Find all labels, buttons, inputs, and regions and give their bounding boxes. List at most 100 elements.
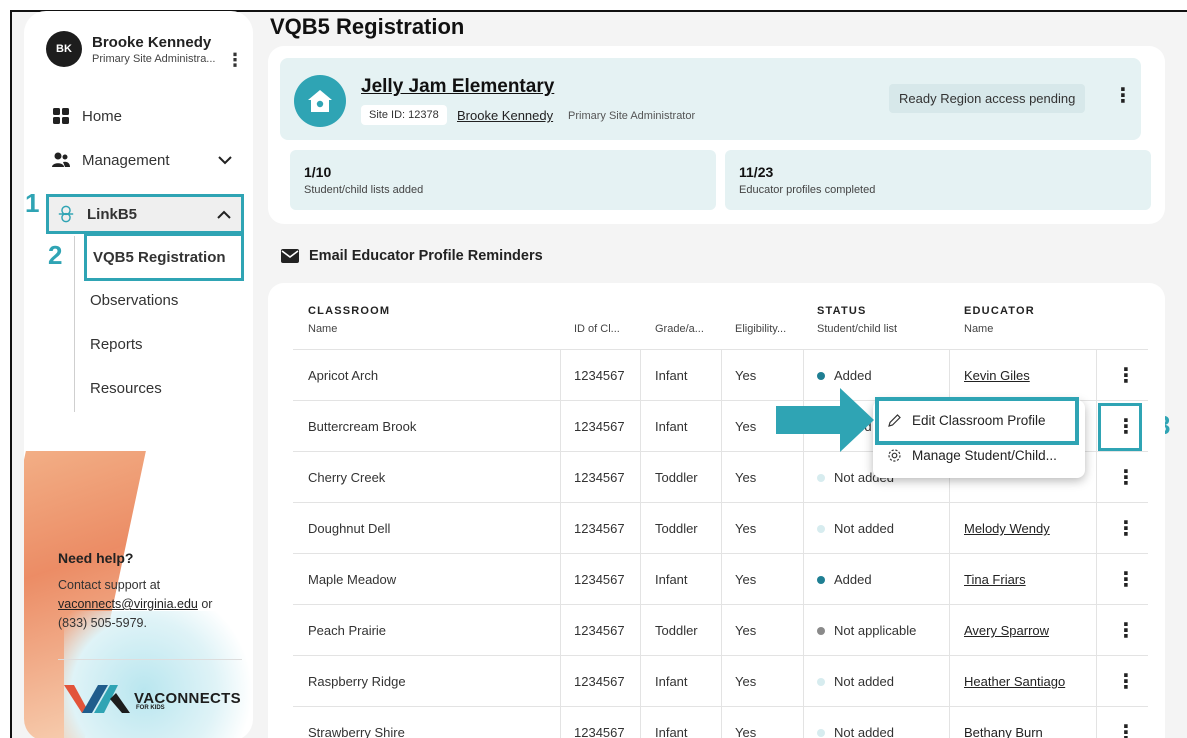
admin-name-link[interactable]: Brooke Kennedy	[457, 108, 553, 123]
school-menu-kebab-icon[interactable]: ⋮	[1113, 86, 1133, 106]
column-header-grade[interactable]: Grade/a...	[655, 305, 704, 335]
status-cell: Not added	[817, 503, 894, 554]
row-actions-kebab-icon[interactable]: ⋮	[1116, 350, 1136, 401]
table-row[interactable]: Doughnut Dell 1234567 Toddler Yes Not added M…	[293, 502, 1148, 554]
sidebar-item-observations[interactable]: Observations	[90, 292, 178, 309]
status-cell: Not applicable	[817, 605, 916, 656]
column-divider	[1096, 656, 1097, 707]
sidebar-item-label: VQB5 Registration	[93, 248, 226, 266]
column-divider	[803, 503, 804, 554]
row-actions-kebab-icon[interactable]: ⋮	[1116, 656, 1136, 707]
support-phone: (833) 505-5979.	[58, 616, 147, 630]
grade-age: Toddler	[655, 470, 698, 485]
educator-link[interactable]: Heather Santiago	[964, 656, 1065, 707]
menu-item-manage-student-child[interactable]: Manage Student/Child...	[887, 448, 1057, 463]
grid-icon	[52, 107, 70, 125]
avatar: BK	[46, 31, 82, 67]
stat-educator-profiles: 11/23 Educator profiles completed	[725, 150, 1151, 210]
column-divider	[1096, 503, 1097, 554]
row-actions-kebab-icon[interactable]: ⋮	[1116, 554, 1136, 605]
row-actions-kebab-icon[interactable]: ⋮	[1116, 503, 1136, 554]
educator-link[interactable]: Bethany Burn	[964, 707, 1043, 738]
column-divider	[803, 656, 804, 707]
eligibility: Yes	[735, 725, 757, 738]
sidebar-item-home[interactable]: Home	[52, 107, 122, 125]
column-divider	[1096, 605, 1097, 656]
column-header-educator[interactable]: EDUCATOR Name	[964, 305, 1035, 335]
eligibility: Yes	[735, 470, 757, 485]
column-divider	[560, 452, 561, 503]
user-name: Brooke Kennedy	[92, 33, 212, 51]
sidebar-item-management[interactable]: Management	[52, 151, 232, 169]
classroom-id: 1234567	[574, 470, 625, 485]
educator-link[interactable]: Avery Sparrow	[964, 605, 1049, 656]
user-profile[interactable]: BK Brooke Kennedy Primary Site Administr…	[46, 31, 215, 67]
grade-age: Infant	[655, 725, 688, 738]
column-divider	[640, 401, 641, 452]
row-actions-kebab-icon[interactable]: ⋮	[1116, 605, 1136, 656]
column-divider	[560, 503, 561, 554]
pointer-arrow-icon	[776, 388, 874, 452]
stat-label: Student/child lists added	[304, 184, 424, 196]
school-card: Jelly Jam Elementary Site ID: 12378 Broo…	[280, 58, 1141, 140]
eligibility: Yes	[735, 572, 757, 587]
link-rings-icon	[57, 205, 75, 223]
people-icon	[52, 151, 70, 169]
educator-link[interactable]: Melody Wendy	[964, 503, 1050, 554]
row-actions-kebab-icon[interactable]: ⋮	[1116, 707, 1136, 738]
classroom-name: Raspberry Ridge	[308, 674, 406, 689]
column-divider	[949, 707, 950, 738]
column-divider	[560, 401, 561, 452]
classroom-name: Peach Prairie	[308, 623, 387, 638]
column-divider	[560, 707, 561, 738]
eligibility: Yes	[735, 521, 757, 536]
callout-number-2: 2	[48, 240, 63, 270]
table-row[interactable]: Strawberry Shire 1234567 Infant Yes Not adde…	[293, 706, 1148, 738]
column-header-eligibility[interactable]: Eligibility...	[735, 305, 786, 335]
educator-link[interactable]: Tina Friars	[964, 554, 1026, 605]
classroom-name: Buttercream Brook	[308, 419, 417, 434]
eligibility: Yes	[735, 623, 757, 638]
sidebar-item-vqb5-registration[interactable]: VQB5 Registration	[84, 233, 244, 281]
column-header-classroom[interactable]: CLASSROOM Name	[308, 305, 390, 335]
support-email-link[interactable]: vaconnects@virginia.edu	[58, 597, 198, 611]
sidebar-item-label: Home	[82, 107, 123, 125]
row-actions-kebab-icon[interactable]: ⋮	[1116, 452, 1136, 503]
column-header-id[interactable]: ID of Cl...	[574, 305, 620, 335]
sidebar: BK Brooke Kennedy Primary Site Administr…	[24, 11, 253, 738]
submenu-rule	[74, 236, 75, 412]
column-divider	[721, 452, 722, 503]
educator-link[interactable]: Kevin Giles	[964, 350, 1030, 401]
table-row[interactable]: Peach Prairie 1234567 Toddler Yes Not applic…	[293, 604, 1148, 656]
status-cell: Not added	[817, 707, 894, 738]
eligibility: Yes	[735, 674, 757, 689]
status-dot-icon	[817, 677, 825, 686]
table-row[interactable]: Apricot Arch 1234567 Infant Yes Added Kevin G…	[293, 349, 1148, 401]
column-divider	[640, 707, 641, 738]
column-divider	[949, 554, 950, 605]
grade-age: Infant	[655, 674, 688, 689]
column-divider	[560, 350, 561, 401]
school-name-link[interactable]: Jelly Jam Elementary	[361, 76, 554, 98]
table-row[interactable]: Raspberry Ridge 1234567 Infant Yes Not added…	[293, 655, 1148, 707]
column-divider	[1096, 554, 1097, 605]
sidebar-item-reports[interactable]: Reports	[90, 336, 143, 353]
help-title: Need help?	[58, 550, 134, 566]
status-cell: Added	[817, 554, 872, 605]
classroom-id: 1234567	[574, 572, 625, 587]
grade-age: Infant	[655, 572, 688, 587]
sidebar-item-linkb5[interactable]: LinkB5	[46, 194, 244, 234]
column-header-status[interactable]: STATUS Student/child list	[817, 305, 897, 335]
callout-number-1: 1	[25, 188, 40, 218]
highlight-edit-classroom-profile	[875, 397, 1079, 445]
envelope-icon	[281, 249, 299, 263]
column-divider	[1096, 350, 1097, 401]
email-reminders-button[interactable]: Email Educator Profile Reminders	[281, 248, 543, 264]
sidebar-item-resources[interactable]: Resources	[90, 380, 162, 397]
classroom-id: 1234567	[574, 521, 625, 536]
column-divider	[721, 707, 722, 738]
user-menu-kebab-icon[interactable]: ⋮	[226, 51, 244, 69]
table-row[interactable]: Maple Meadow 1234567 Infant Yes Added Tina Fr…	[293, 553, 1148, 605]
classroom-name: Apricot Arch	[308, 368, 379, 383]
logo-text: VACONNECTS	[134, 689, 241, 707]
